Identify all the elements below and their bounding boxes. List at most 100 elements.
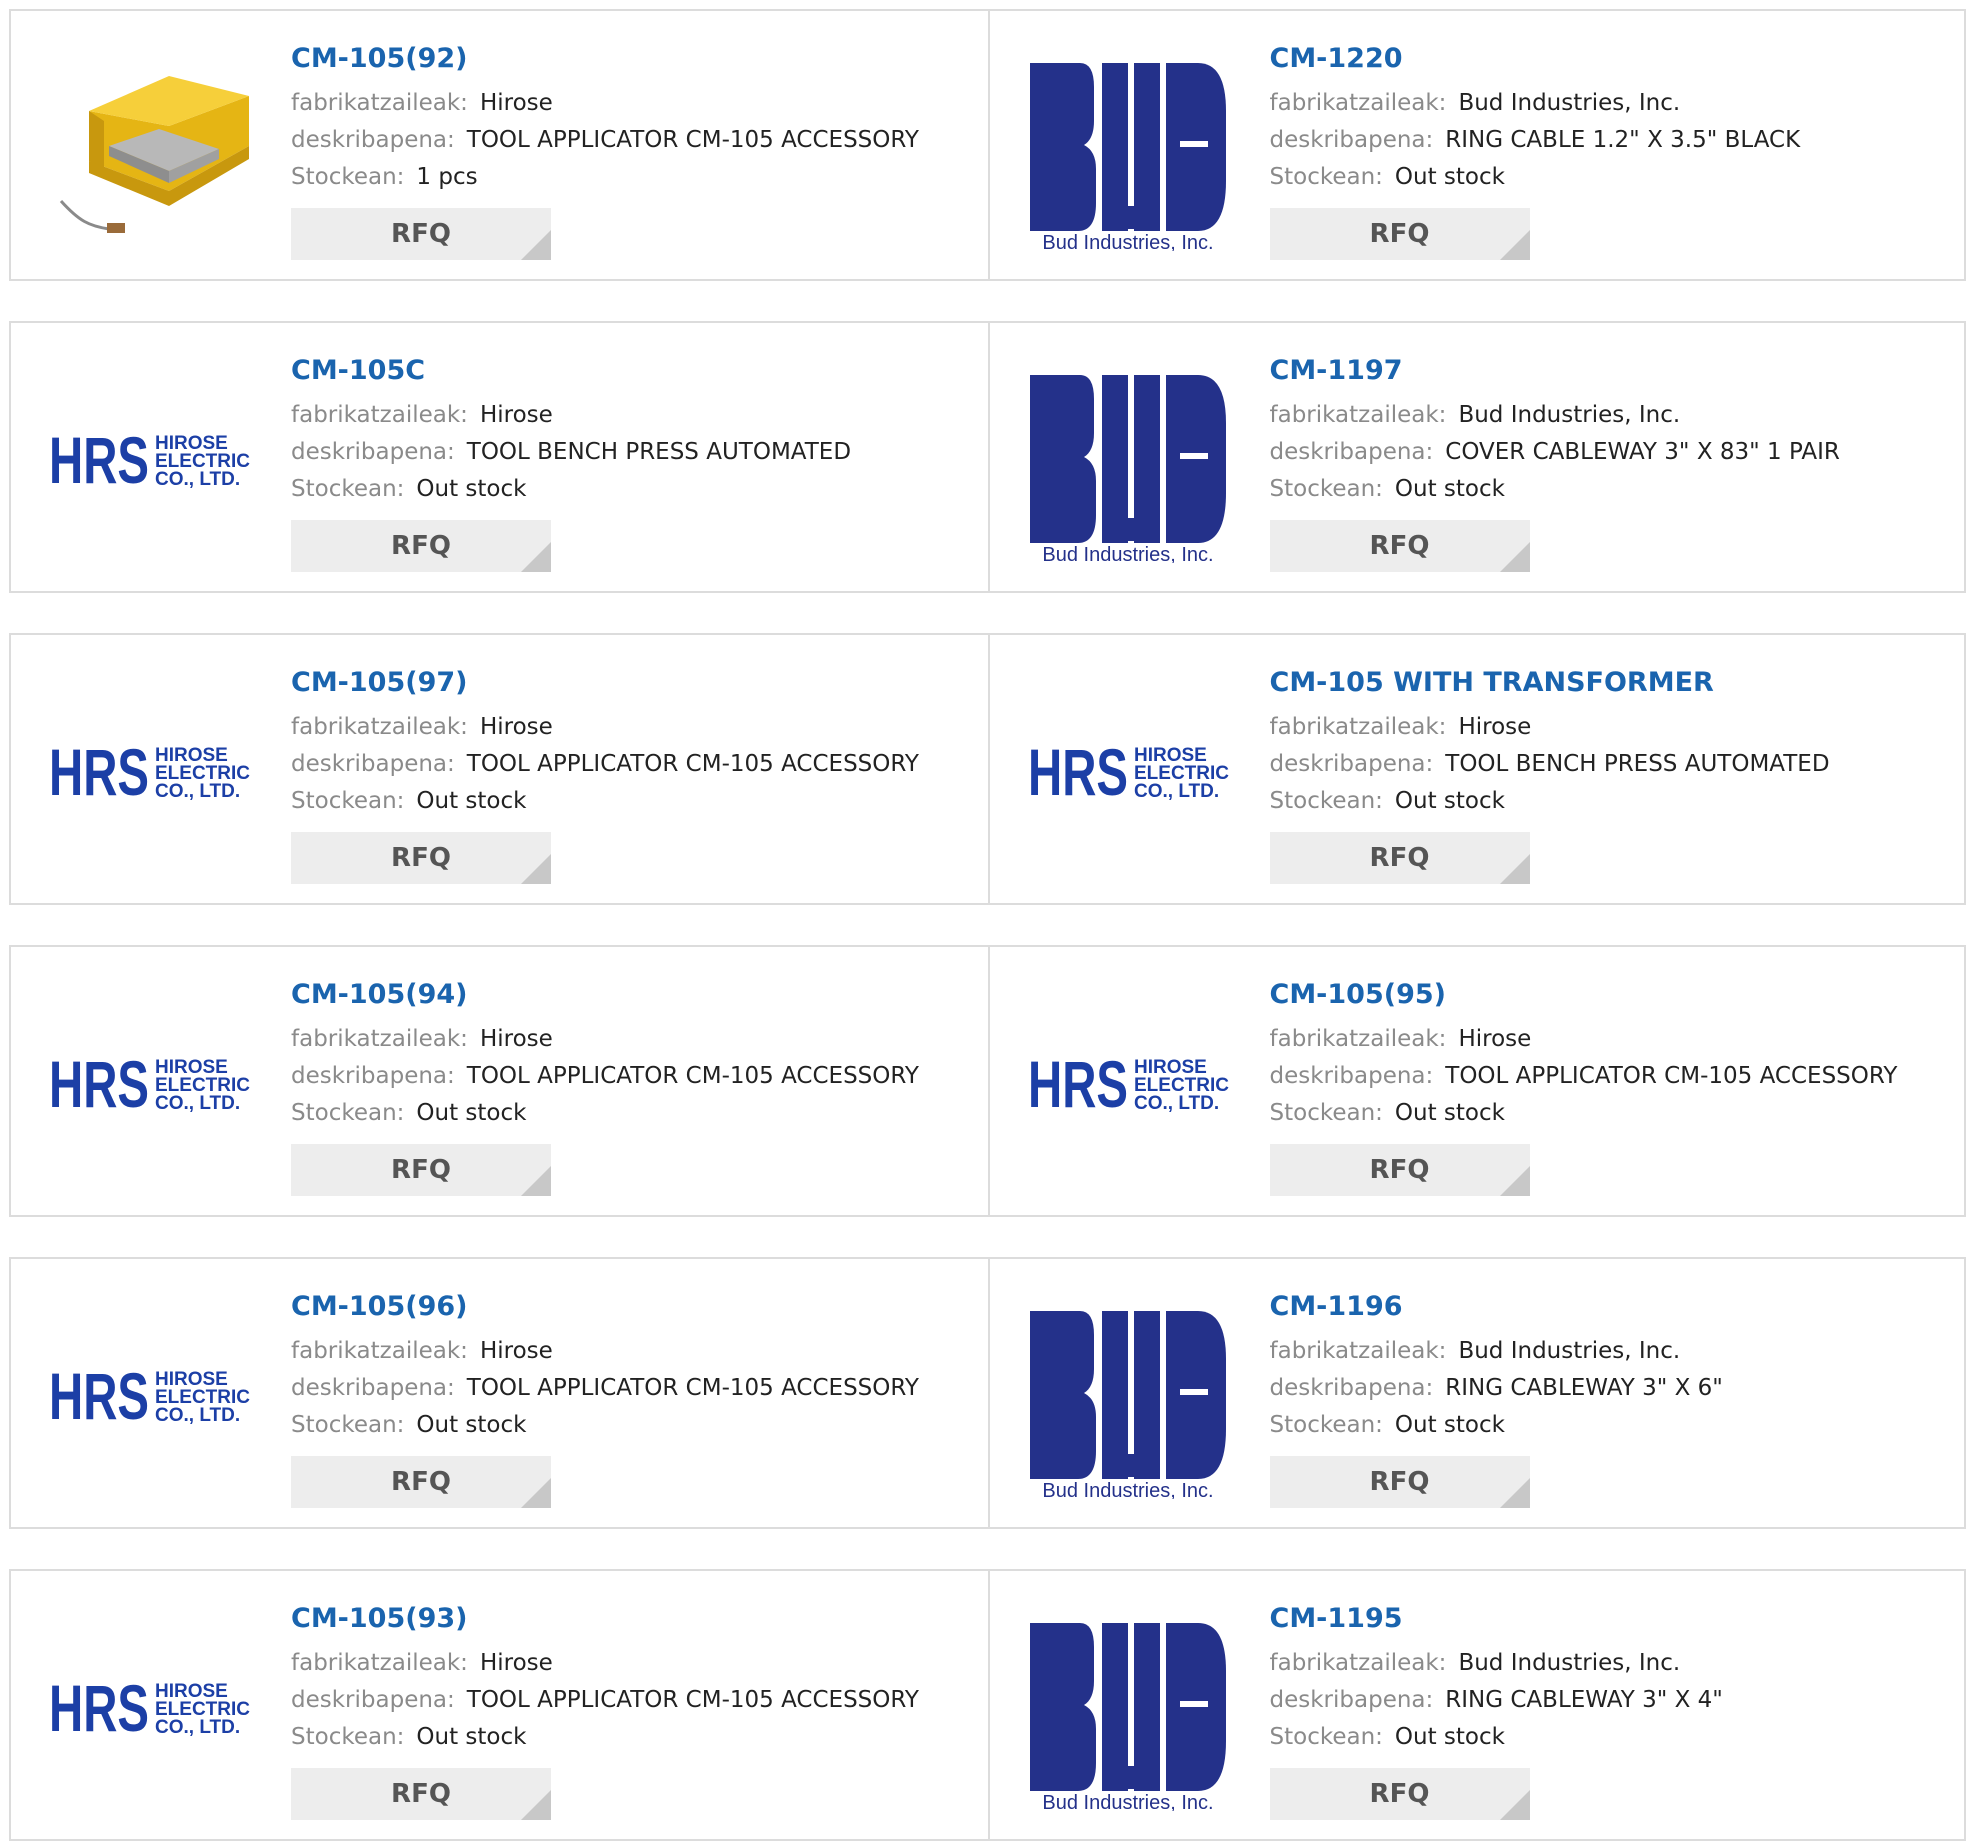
product-card: CM-105(92) fabrikatzaileak: Hirose deskri… (11, 11, 988, 279)
description-value: COVER CABLEWAY 3" X 83" 1 PAIR (1445, 439, 1840, 465)
part-number-link[interactable]: CM-105C (291, 353, 968, 389)
rfq-button[interactable]: RFQ (291, 1456, 551, 1508)
corner-fold-icon (521, 1166, 551, 1196)
bud-industries-logo: Bud Industries, Inc. (1029, 1623, 1226, 1811)
manufacturer-label: fabrikatzaileak: (291, 90, 468, 116)
svg-text:Bud Industries, Inc.: Bud Industries, Inc. (1042, 1792, 1213, 1811)
description-value: RING CABLE 1.2" X 3.5" BLACK (1445, 127, 1801, 153)
description-value: TOOL APPLICATOR CM-105 ACCESSORY (466, 1687, 919, 1713)
stock-value: Out stock (1394, 788, 1505, 814)
svg-text:CO., LTD.: CO., LTD. (155, 781, 240, 802)
rfq-button[interactable]: RFQ (291, 1144, 551, 1196)
manufacturer-line: fabrikatzaileak: Hirose (291, 1021, 968, 1058)
part-number-link[interactable]: CM-105(97) (291, 665, 968, 701)
manufacturer-line: fabrikatzaileak: Bud Industries, Inc. (1270, 1645, 1945, 1682)
manufacturer-logo[interactable]: HRS HIROSE ELECTRIC CO., LTD. (49, 1299, 251, 1499)
part-number-link[interactable]: CM-105(93) (291, 1601, 968, 1637)
product-row: HRS HIROSE ELECTRIC CO., LTD. CM-105(97)… (9, 633, 1966, 905)
rfq-label: RFQ (391, 1779, 451, 1809)
manufacturer-logo[interactable]: HRS HIROSE ELECTRIC CO., LTD. (49, 675, 251, 875)
description-line: deskribapena: RING CABLE 1.2" X 3.5" BLAC… (1270, 122, 1945, 159)
manufacturer-label: fabrikatzaileak: (1269, 714, 1447, 740)
manufacturer-logo[interactable]: HRS HIROSE ELECTRIC CO., LTD. (49, 1611, 251, 1811)
rfq-button[interactable]: RFQ (1269, 208, 1530, 260)
description-line: deskribapena: TOOL APPLICATOR CM-105 ACCE… (291, 1058, 968, 1095)
manufacturer-line: fabrikatzaileak: Bud Industries, Inc. (1270, 85, 1945, 122)
description-label: deskribapena: (291, 1375, 455, 1401)
part-number-link[interactable]: CM-1196 (1270, 1289, 1945, 1325)
manufacturer-label: fabrikatzaileak: (1269, 1338, 1447, 1364)
svg-text:Bud Industries, Inc.: Bud Industries, Inc. (1042, 544, 1213, 563)
product-image[interactable] (49, 51, 251, 251)
stock-value: Out stock (416, 788, 527, 814)
part-number-link[interactable]: CM-1220 (1270, 41, 1945, 77)
description-label: deskribapena: (1269, 751, 1434, 777)
product-card: Bud Industries, Inc. CM-1220 fabrikatzai… (987, 11, 1965, 279)
manufacturer-line: fabrikatzaileak: Hirose (1270, 709, 1945, 746)
part-number-link[interactable]: CM-105 WITH TRANSFORMER (1270, 665, 1945, 701)
description-label: deskribapena: (291, 751, 455, 777)
part-number-link[interactable]: CM-1195 (1270, 1601, 1945, 1637)
description-value: RING CABLEWAY 3" X 4" (1445, 1687, 1723, 1713)
manufacturer-logo[interactable]: Bud Industries, Inc. (1028, 363, 1230, 563)
product-row: HRS HIROSE ELECTRIC CO., LTD. CM-105(96)… (9, 1257, 1966, 1529)
manufacturer-logo[interactable]: HRS HIROSE ELECTRIC CO., LTD. (1028, 987, 1230, 1187)
stock-label: Stockean: (291, 788, 405, 814)
manufacturer-logo[interactable]: Bud Industries, Inc. (1028, 51, 1230, 251)
manufacturer-value: Bud Industries, Inc. (1458, 1338, 1681, 1364)
stock-line: Stockean: Out stock (1270, 1407, 1945, 1444)
rfq-button[interactable]: RFQ (1269, 1456, 1530, 1508)
manufacturer-value: Hirose (479, 1650, 553, 1676)
description-value: TOOL BENCH PRESS AUTOMATED (1445, 751, 1830, 777)
rfq-label: RFQ (1369, 219, 1430, 249)
hrs-hirose-logo: HRS HIROSE ELECTRIC CO., LTD. (1028, 735, 1229, 809)
stock-line: Stockean: 1 pcs (291, 159, 968, 196)
rfq-button[interactable]: RFQ (291, 208, 551, 260)
svg-text:CO., LTD.: CO., LTD. (1134, 781, 1219, 802)
product-card: HRS HIROSE ELECTRIC CO., LTD. CM-105(97)… (11, 635, 988, 903)
corner-fold-icon (1499, 1478, 1530, 1508)
hrs-hirose-logo: HRS HIROSE ELECTRIC CO., LTD. (1028, 1047, 1229, 1121)
product-card: HRS HIROSE ELECTRIC CO., LTD. CM-105(94)… (11, 947, 988, 1215)
stock-value: Out stock (416, 476, 527, 502)
stock-value: Out stock (1394, 164, 1505, 190)
rfq-button[interactable]: RFQ (1269, 1144, 1530, 1196)
description-value: TOOL APPLICATOR CM-105 ACCESSORY (466, 127, 919, 153)
part-number-link[interactable]: CM-105(96) (291, 1289, 968, 1325)
manufacturer-logo[interactable]: HRS HIROSE ELECTRIC CO., LTD. (49, 363, 251, 563)
description-value: TOOL APPLICATOR CM-105 ACCESSORY (466, 1063, 919, 1089)
manufacturer-logo[interactable]: Bud Industries, Inc. (1028, 1611, 1230, 1811)
description-line: deskribapena: TOOL BENCH PRESS AUTOMATED (291, 434, 968, 471)
rfq-button[interactable]: RFQ (291, 1768, 551, 1820)
manufacturer-label: fabrikatzaileak: (1269, 1650, 1447, 1676)
stock-label: Stockean: (1269, 164, 1383, 190)
description-line: deskribapena: RING CABLEWAY 3" X 4" (1270, 1682, 1945, 1719)
product-row: HRS HIROSE ELECTRIC CO., LTD. CM-105(93)… (9, 1569, 1966, 1841)
manufacturer-line: fabrikatzaileak: Bud Industries, Inc. (1270, 397, 1945, 434)
description-value: TOOL APPLICATOR CM-105 ACCESSORY (466, 751, 919, 777)
manufacturer-logo[interactable]: HRS HIROSE ELECTRIC CO., LTD. (1028, 675, 1230, 875)
description-line: deskribapena: COVER CABLEWAY 3" X 83" 1 P… (1270, 434, 1945, 471)
rfq-button[interactable]: RFQ (1269, 832, 1530, 884)
product-card: HRS HIROSE ELECTRIC CO., LTD. CM-105(96)… (11, 1259, 988, 1527)
rfq-button[interactable]: RFQ (1269, 520, 1530, 572)
part-number-link[interactable]: CM-105(95) (1270, 977, 1945, 1013)
manufacturer-value: Hirose (479, 1338, 553, 1364)
manufacturer-logo[interactable]: Bud Industries, Inc. (1028, 1299, 1230, 1499)
manufacturer-line: fabrikatzaileak: Hirose (291, 709, 968, 746)
rfq-button[interactable]: RFQ (291, 520, 551, 572)
manufacturer-label: fabrikatzaileak: (291, 1650, 468, 1676)
part-number-link[interactable]: CM-105(94) (291, 977, 968, 1013)
product-card: HRS HIROSE ELECTRIC CO., LTD. CM-105(93)… (11, 1571, 988, 1839)
corner-fold-icon (1499, 1790, 1530, 1820)
manufacturer-logo[interactable]: HRS HIROSE ELECTRIC CO., LTD. (49, 987, 251, 1187)
part-number-link[interactable]: CM-105(92) (291, 41, 968, 77)
manufacturer-value: Bud Industries, Inc. (1458, 90, 1681, 116)
rfq-button[interactable]: RFQ (291, 832, 551, 884)
stock-label: Stockean: (1269, 1412, 1383, 1438)
rfq-button[interactable]: RFQ (1269, 1768, 1530, 1820)
description-line: deskribapena: TOOL APPLICATOR CM-105 ACCE… (291, 1682, 968, 1719)
description-line: deskribapena: TOOL BENCH PRESS AUTOMATED (1270, 746, 1945, 783)
part-number-link[interactable]: CM-1197 (1270, 353, 1945, 389)
product-card: HRS HIROSE ELECTRIC CO., LTD. CM-105C fa… (11, 323, 988, 591)
